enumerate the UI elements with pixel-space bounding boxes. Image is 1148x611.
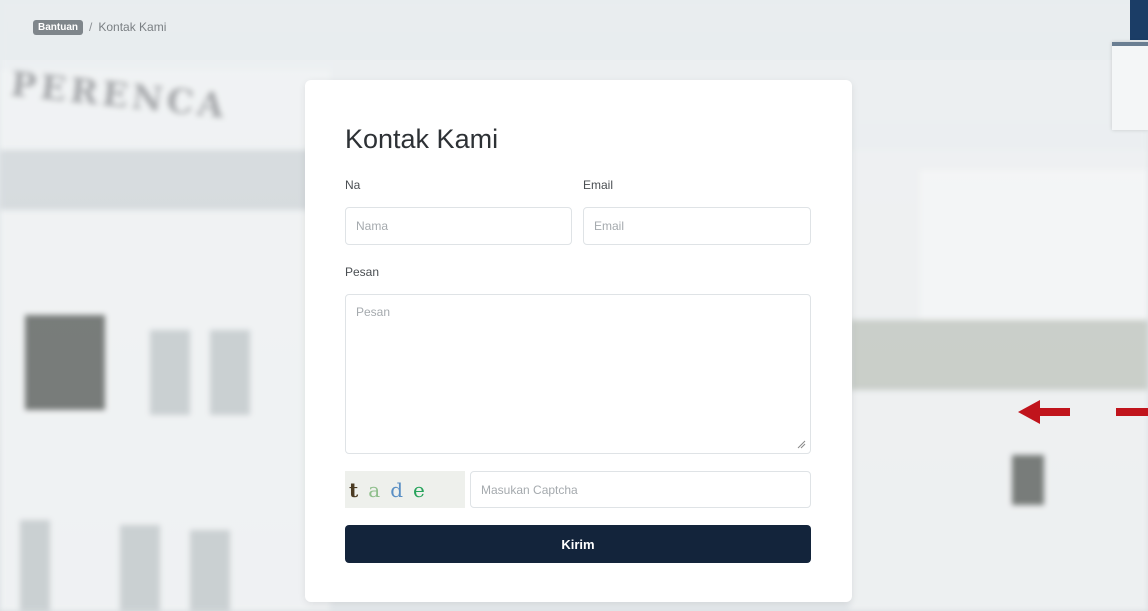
- captcha-image: t a d e: [345, 471, 465, 508]
- breadcrumb-separator: /: [89, 20, 93, 34]
- background-window: [120, 525, 160, 611]
- corner-panel: [1112, 42, 1148, 130]
- page: PERENCA Bantuan / Kontak Kami Kontak Kam…: [0, 0, 1148, 611]
- background-window: [1012, 455, 1044, 505]
- background-window: [190, 530, 230, 611]
- captcha-char: t: [349, 477, 359, 502]
- background-roof-left: [0, 150, 330, 210]
- red-arrow-icon: [1018, 400, 1148, 424]
- page-title: Kontak Kami: [345, 124, 499, 154]
- email-field[interactable]: [583, 207, 811, 245]
- corner-accent-block: [1130, 0, 1148, 40]
- breadcrumb-current: Kontak Kami: [98, 20, 167, 34]
- message-label: Pesan: [345, 265, 380, 279]
- message-field[interactable]: [345, 294, 811, 454]
- resize-grip-icon[interactable]: [796, 439, 806, 449]
- background-window: [150, 330, 190, 415]
- background-window: [25, 315, 105, 410]
- background-window: [210, 330, 250, 415]
- captcha-char: e: [413, 477, 425, 502]
- contact-form-card: Kontak Kami Na Email Pesan t a d e Kirim: [305, 80, 852, 602]
- email-label: Email: [583, 178, 614, 192]
- name-label: Na: [345, 178, 361, 192]
- submit-button[interactable]: Kirim: [345, 525, 811, 563]
- breadcrumb-home-link[interactable]: Bantuan: [33, 19, 83, 35]
- background-building-far: [920, 170, 1148, 330]
- background-window: [20, 520, 50, 611]
- captcha-char: d: [390, 477, 403, 502]
- breadcrumb-bar: Bantuan / Kontak Kami: [0, 0, 1148, 60]
- background-roof-right: [850, 320, 1148, 390]
- breadcrumb: Bantuan / Kontak Kami: [33, 19, 167, 35]
- captcha-char: a: [368, 477, 381, 502]
- captcha-input[interactable]: [470, 471, 811, 508]
- name-field[interactable]: [345, 207, 572, 245]
